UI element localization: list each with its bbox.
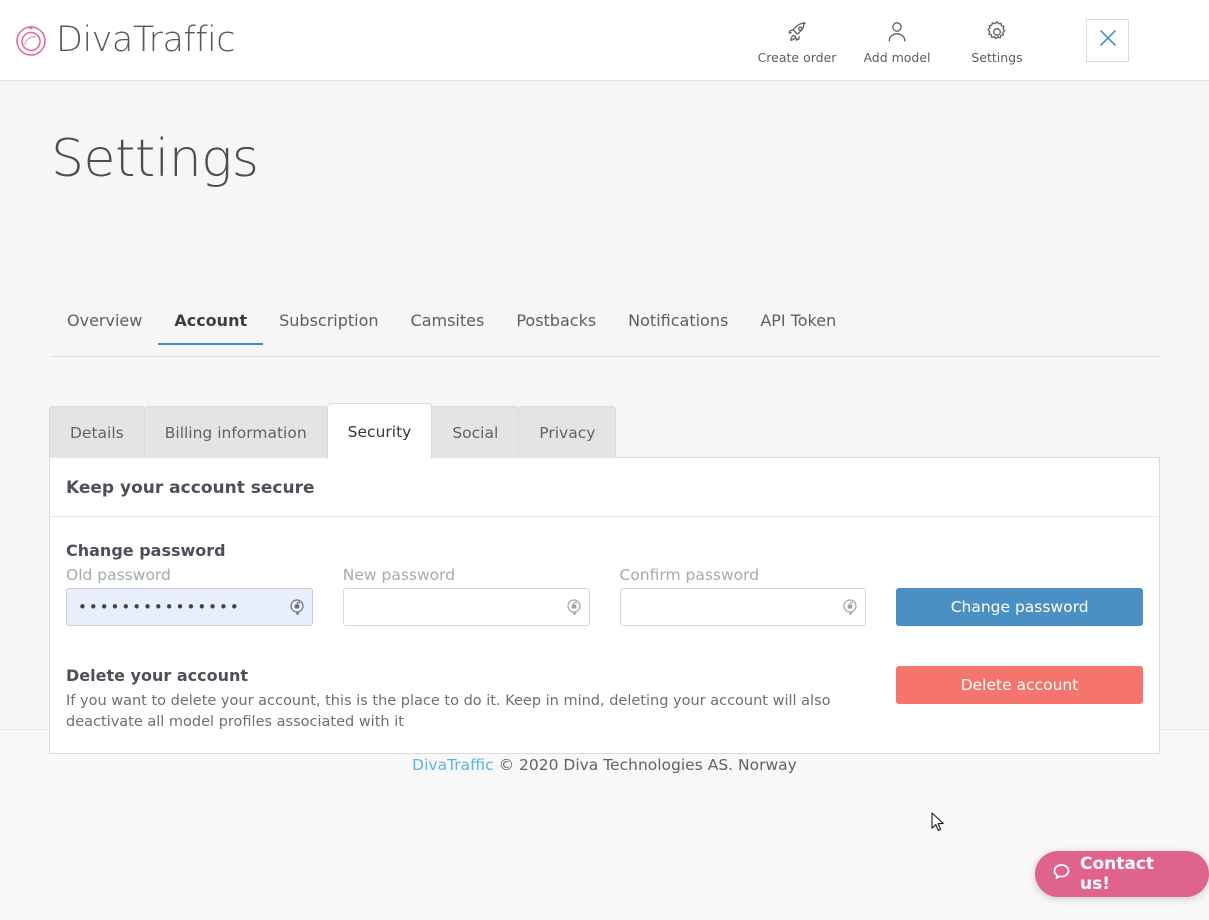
- sub-tab-bar: Details Billing information Security Soc…: [49, 403, 615, 458]
- close-icon: [1097, 27, 1119, 54]
- card-title: Keep your account secure: [50, 458, 1159, 517]
- rocket-icon: [785, 19, 809, 45]
- new-password-input[interactable]: [343, 588, 590, 626]
- settings-button[interactable]: Settings: [958, 19, 1036, 65]
- change-password-form: Old password: [66, 566, 1143, 626]
- header-actions: Create order Add model Settings: [758, 19, 1036, 65]
- create-order-button[interactable]: Create order: [758, 19, 836, 65]
- tab-camsites[interactable]: Camsites: [395, 311, 501, 344]
- delete-account-button[interactable]: Delete account: [896, 666, 1143, 704]
- create-order-label: Create order: [758, 50, 837, 65]
- contact-us-button[interactable]: Contact us!: [1035, 851, 1209, 897]
- delete-account-section: Delete your account If you want to delet…: [66, 666, 1143, 733]
- old-password-field-group: Old password: [66, 566, 313, 626]
- reveal-password-icon[interactable]: [841, 598, 859, 616]
- reveal-password-icon[interactable]: [565, 598, 583, 616]
- footer-copyright-text: © 2020 Diva Technologies AS. Norway: [494, 756, 797, 774]
- subtab-social[interactable]: Social: [431, 406, 519, 458]
- page-title: Settings: [51, 133, 258, 185]
- mouse-cursor: [931, 812, 947, 839]
- confirm-password-label: Confirm password: [620, 566, 867, 584]
- divatraffic-logo-icon: [14, 23, 48, 57]
- tab-overview[interactable]: Overview: [51, 311, 158, 344]
- add-model-button[interactable]: Add model: [858, 19, 936, 65]
- user-icon: [885, 19, 909, 45]
- delete-account-description: If you want to delete your account, this…: [66, 691, 856, 733]
- tab-api-token[interactable]: API Token: [744, 311, 852, 344]
- new-password-field-group: New password: [343, 566, 590, 626]
- subtab-billing-information[interactable]: Billing information: [144, 406, 328, 458]
- confirm-password-field-group: Confirm password: [620, 566, 867, 626]
- main-tab-bar: Overview Account Subscription Camsites P…: [51, 311, 1160, 357]
- confirm-password-input[interactable]: [620, 588, 867, 626]
- brand-name: DivaTraffic: [56, 23, 235, 58]
- old-password-input[interactable]: [66, 588, 313, 626]
- change-password-title: Change password: [66, 541, 1143, 560]
- settings-label: Settings: [971, 50, 1022, 65]
- brand-logo[interactable]: DivaTraffic: [14, 23, 235, 58]
- subtab-privacy[interactable]: Privacy: [518, 406, 616, 458]
- new-password-label: New password: [343, 566, 590, 584]
- footer-brand-link[interactable]: DivaTraffic: [412, 756, 493, 774]
- tab-account[interactable]: Account: [158, 311, 263, 344]
- reveal-password-icon[interactable]: [288, 598, 306, 616]
- tab-postbacks[interactable]: Postbacks: [500, 311, 612, 344]
- security-card: Keep your account secure Change password…: [49, 457, 1160, 754]
- close-button[interactable]: [1086, 19, 1129, 62]
- old-password-label: Old password: [66, 566, 313, 584]
- subtab-details[interactable]: Details: [49, 406, 145, 458]
- tab-subscription[interactable]: Subscription: [263, 311, 394, 344]
- confirm-password-input-wrap: [620, 588, 867, 626]
- delete-account-title: Delete your account: [66, 666, 856, 685]
- delete-account-text: Delete your account If you want to delet…: [66, 666, 856, 733]
- gear-icon: [985, 19, 1009, 45]
- tab-notifications[interactable]: Notifications: [612, 311, 744, 344]
- old-password-input-wrap: [66, 588, 313, 626]
- change-password-button[interactable]: Change password: [896, 588, 1143, 626]
- new-password-input-wrap: [343, 588, 590, 626]
- page-footer: DivaTraffic © 2020 Diva Technologies AS.…: [0, 729, 1209, 920]
- add-model-label: Add model: [863, 50, 930, 65]
- card-body: Change password Old password: [50, 517, 1159, 753]
- chat-bubble-icon: [1052, 862, 1071, 886]
- footer-copyright: DivaTraffic © 2020 Diva Technologies AS.…: [0, 756, 1209, 774]
- page-content: Settings Overview Account Subscription C…: [0, 81, 1209, 729]
- subtab-security[interactable]: Security: [327, 403, 433, 459]
- app-header: DivaTraffic Create order: [0, 0, 1209, 81]
- contact-us-label: Contact us!: [1080, 854, 1189, 894]
